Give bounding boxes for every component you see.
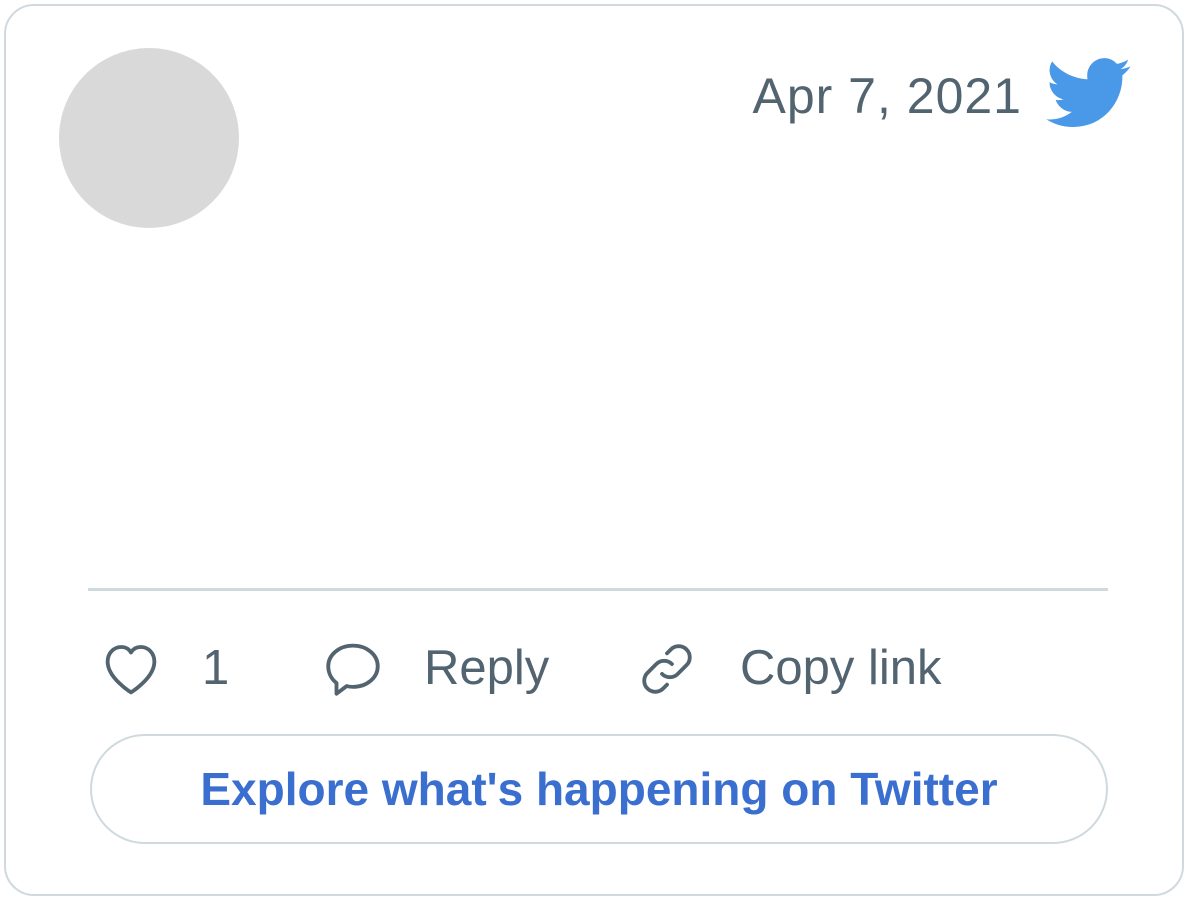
speech-bubble-icon (326, 643, 380, 696)
explore-button[interactable]: Explore what's happening on Twitter (90, 734, 1108, 844)
divider (88, 588, 1108, 591)
avatar[interactable] (59, 48, 239, 228)
reply-label: Reply (424, 641, 550, 695)
tweet-card: Apr 7, 2021 1 Reply Copy link Explore wh… (4, 4, 1184, 896)
twitter-bird-icon[interactable] (1046, 58, 1132, 130)
link-icon (642, 644, 692, 694)
heart-icon (105, 645, 157, 695)
explore-label: Explore what's happening on Twitter (200, 763, 998, 815)
copy-link-label: Copy link (740, 641, 942, 695)
tweet-date[interactable]: Apr 7, 2021 (752, 66, 1022, 126)
like-count: 1 (202, 641, 230, 695)
